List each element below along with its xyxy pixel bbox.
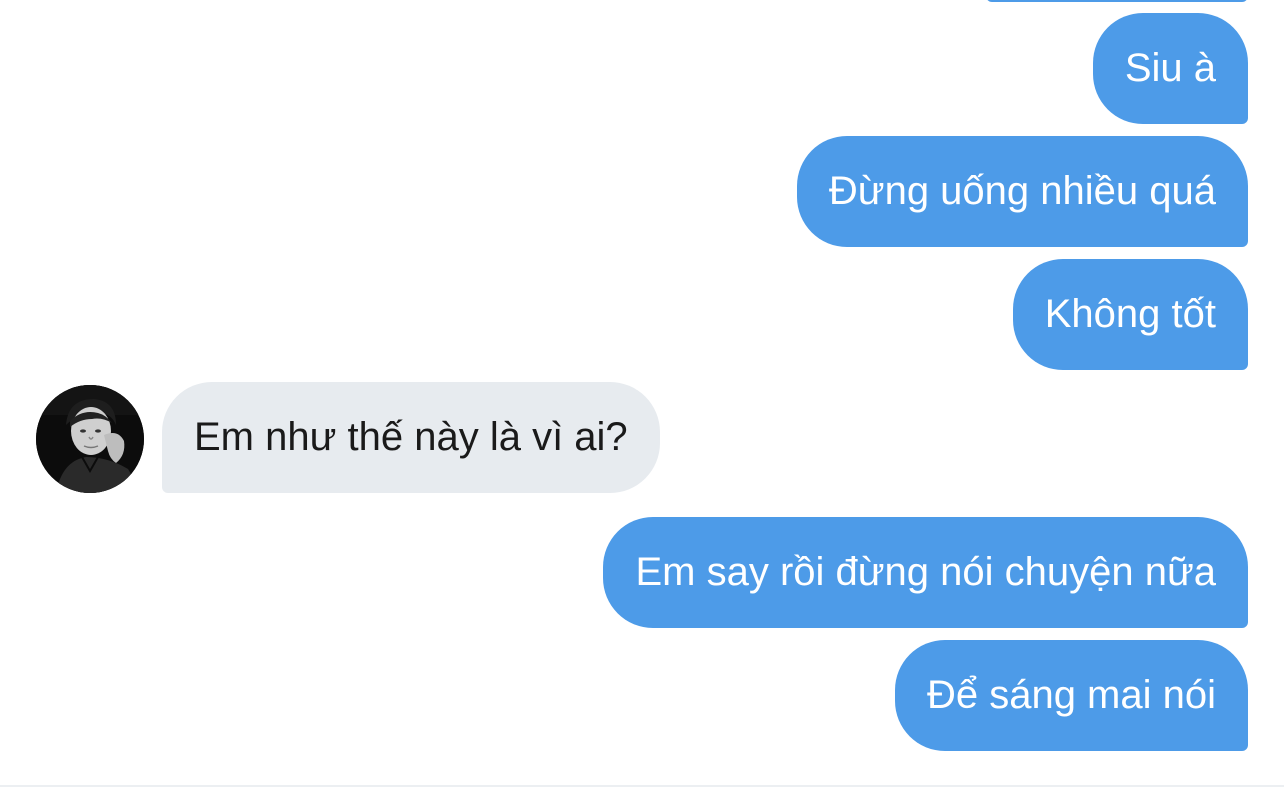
- message-text: Em say rồi đừng nói chuyện nữa: [635, 550, 1216, 594]
- message-text: Không tốt: [1044, 292, 1216, 336]
- profile-photo-avatar-icon: [36, 385, 144, 493]
- outgoing-message-bubble[interactable]: Em say rồi đừng nói chuyện nữa: [603, 517, 1248, 628]
- contact-avatar[interactable]: [36, 385, 144, 493]
- message-text: Để sáng mai nói: [926, 673, 1216, 717]
- message-text: Đừng uống nhiều quá: [828, 169, 1216, 213]
- chat-thread: Siu à Đừng uống nhiều quá Không tốt Em n…: [0, 0, 1284, 787]
- previous-message-bubble-partial[interactable]: [986, 0, 1248, 2]
- message-text: Siu à: [1124, 46, 1216, 90]
- incoming-message-bubble[interactable]: Em như thế này là vì ai?: [162, 382, 660, 493]
- outgoing-message-bubble[interactable]: Siu à: [1092, 13, 1248, 124]
- message-text: Em như thế này là vì ai?: [194, 415, 628, 459]
- outgoing-message-bubble[interactable]: Để sáng mai nói: [894, 640, 1248, 751]
- outgoing-message-bubble[interactable]: Không tốt: [1012, 259, 1248, 370]
- outgoing-message-bubble[interactable]: Đừng uống nhiều quá: [796, 136, 1248, 247]
